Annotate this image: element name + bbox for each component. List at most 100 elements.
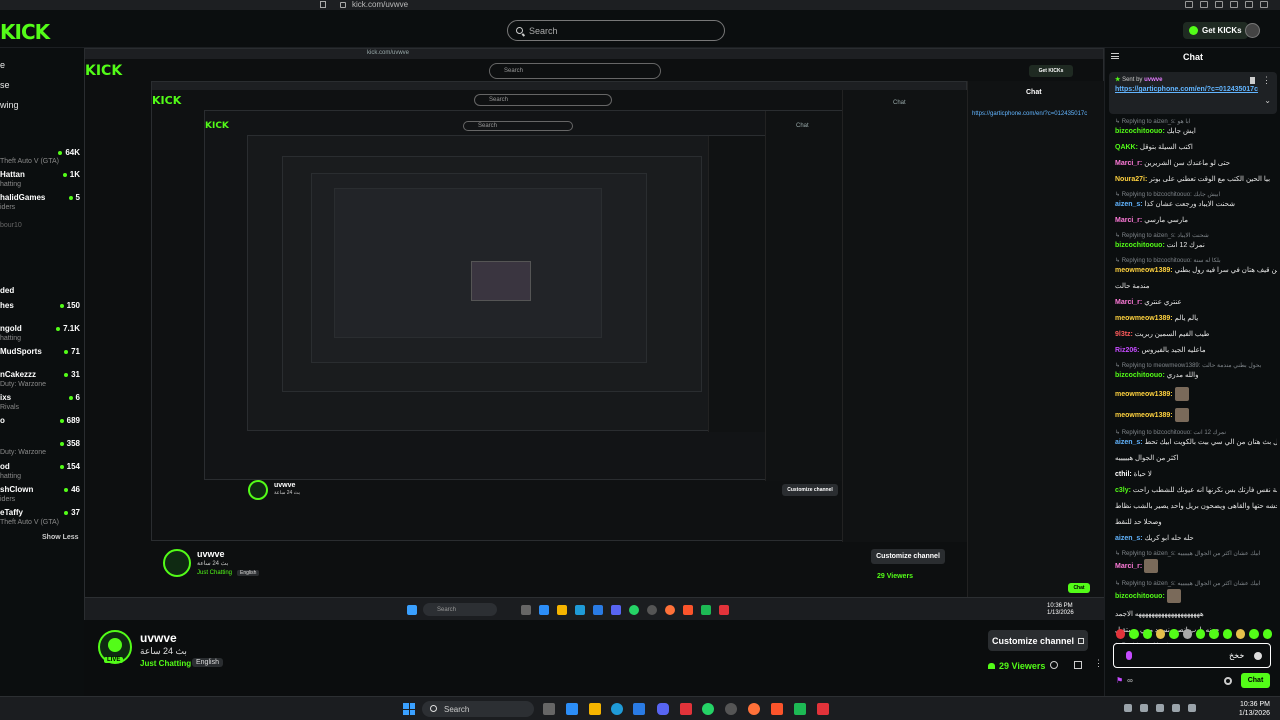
kick-logo[interactable]: KICK <box>0 20 50 44</box>
user-avatar[interactable] <box>1245 23 1260 38</box>
channel-name[interactable]: bour10 <box>0 222 22 229</box>
emote-icon[interactable] <box>1209 629 1219 639</box>
customize-channel-button[interactable]: Customize channel <box>988 630 1088 651</box>
tray-up-icon[interactable] <box>1124 704 1132 712</box>
chat-username[interactable]: bizcochitoouo: <box>1115 128 1167 135</box>
app-icon[interactable] <box>794 703 806 715</box>
profile-icon[interactable] <box>1245 1 1253 8</box>
show-less-button[interactable]: Show Less <box>42 534 79 541</box>
menu-icon[interactable] <box>1260 1 1268 8</box>
address-bar[interactable]: kick.com/uvwve <box>340 0 408 9</box>
chat-message[interactable]: عرسو وحشه حتها والقاهى ويضحون بريل واحد … <box>1115 502 1277 511</box>
tab-icon[interactable] <box>1215 1 1223 8</box>
outlook-icon[interactable] <box>633 703 645 715</box>
chat-message[interactable]: اكثر من الجوال هيييييه <box>1115 454 1277 463</box>
emote-icon[interactable] <box>1262 629 1272 639</box>
chat-message[interactable]: مندمة حالت <box>1115 282 1277 291</box>
sidebar-channel[interactable]: Hattan 1K <box>0 170 80 179</box>
chat-message[interactable]: c3ly: فيه شهة نفس فارتك بس نكرنها انه عي… <box>1115 486 1277 495</box>
chat-message[interactable]: ↳ Replying to aizen_s: ابيك عشان اكثر من… <box>1115 550 1277 573</box>
whatsapp-icon[interactable] <box>702 703 714 715</box>
streamer-name[interactable]: uvwve <box>140 631 177 645</box>
sidebar-channel[interactable]: 358 <box>0 439 80 448</box>
chat-message[interactable]: Marci_r: عنتري عنتري <box>1115 298 1277 307</box>
sidebar-channel[interactable]: shClown 46 <box>0 485 80 494</box>
language-tag[interactable]: English <box>192 658 223 667</box>
emote-icon[interactable] <box>1249 629 1259 639</box>
app-icon[interactable] <box>680 703 692 715</box>
extension-icon[interactable] <box>1200 1 1208 8</box>
video-player[interactable]: kick.com/uvwve KICK Search Get KICKs KIC… <box>84 48 1104 620</box>
chat-username[interactable]: Marci_r: <box>1115 160 1144 167</box>
chat-message[interactable]: Marci_r: حتى لو ماعندك سن الشريرين <box>1115 159 1277 168</box>
pinned-user[interactable]: uvwve <box>1144 77 1162 83</box>
chat-username[interactable]: meowmeow1389: <box>1115 267 1175 274</box>
chat-username[interactable]: c3ly: <box>1115 487 1133 494</box>
chat-username[interactable]: bizcochitoouo: <box>1115 372 1167 379</box>
reply-reference[interactable]: ↳ Replying to aizen_s: ابيك عشان اكثر من… <box>1115 550 1277 559</box>
chat-username[interactable]: cthil: <box>1115 471 1134 478</box>
chat-username[interactable]: QAKK: <box>1115 144 1140 151</box>
chat-message[interactable]: ↳ Replying to aizen_s: ابيك عشان اكثر من… <box>1115 580 1277 603</box>
chat-message[interactable]: 9l3tz: طيب الفيم السمين ربريت <box>1115 330 1277 339</box>
pinned-link[interactable]: https://garticphone.com/en/?c=012435017c <box>1115 85 1271 94</box>
edge-icon[interactable] <box>611 703 623 715</box>
sidebar-channel[interactable]: ded <box>0 286 80 295</box>
sidebar-channel[interactable]: nCakezzz 31 <box>0 370 80 379</box>
gift-icon[interactable] <box>1074 661 1082 669</box>
more-options-icon[interactable]: ⋮ <box>1262 75 1271 86</box>
store-icon[interactable] <box>566 703 578 715</box>
volume-icon[interactable] <box>1156 704 1164 712</box>
clock[interactable]: 10:36 PM 1/13/2026 <box>1239 700 1270 718</box>
emote-icon[interactable] <box>1169 629 1179 639</box>
firefox-icon[interactable] <box>748 703 760 715</box>
sidebar-channel[interactable]: od 154 <box>0 462 80 471</box>
language-icon[interactable] <box>1188 704 1196 712</box>
sidebar-channel[interactable]: halidGames 5 <box>0 193 80 202</box>
reply-reference[interactable]: ↳ Replying to meowmeow1389: بحول بطني من… <box>1115 362 1277 371</box>
reply-reference[interactable]: ↳ Replying to aizen_s: شحنت الايباد <box>1115 232 1277 241</box>
share-icon[interactable] <box>1185 1 1193 8</box>
chat-message[interactable]: ↳ Replying to bizcochitoouo: ابيش جابك ai… <box>1115 191 1277 209</box>
chat-message[interactable]: cthil: لا حياة <box>1115 470 1277 479</box>
sidebar-channel[interactable]: ngold 7.1K <box>0 324 80 333</box>
collapse-chat-icon[interactable] <box>1111 53 1119 59</box>
nav-item-browse[interactable]: se <box>0 80 10 90</box>
chat-username[interactable]: 9l3tz: <box>1115 331 1135 338</box>
wifi-icon[interactable] <box>1140 704 1148 712</box>
battery-icon[interactable] <box>1172 704 1180 712</box>
chat-message[interactable]: aizen_s: حله حله ابو كريك <box>1115 534 1277 543</box>
task-view-icon[interactable] <box>543 703 555 715</box>
chat-message[interactable]: ↳ Replying to aizen_s: شحنت الايباد bizco… <box>1115 232 1277 250</box>
reply-reference[interactable]: ↳ Replying to bizcochitoouo: نمرك 12 انت <box>1115 429 1277 438</box>
chat-username[interactable]: bizcochitoouo: <box>1115 242 1167 249</box>
site-info-icon[interactable] <box>340 1 346 8</box>
chat-message[interactable]: ↳ Replying to bizcochitoouo: بلكا له سنة… <box>1115 257 1277 275</box>
chat-username[interactable]: aizen_s: <box>1115 201 1145 208</box>
chat-username[interactable]: meowmeow1389: <box>1115 391 1175 398</box>
reply-reference[interactable]: ↳ Replying to aizen_s: ابا هو <box>1115 118 1277 127</box>
chat-message[interactable]: meowmeow1389: <box>1115 387 1277 401</box>
chat-message[interactable]: Riz206: ماعليه الجيد بالفيروس <box>1115 346 1277 355</box>
emote-icon[interactable] <box>1195 629 1206 639</box>
chat-message[interactable]: meowmeow1389: <box>1115 408 1277 422</box>
chat-username[interactable]: Marci_r: <box>1115 299 1144 306</box>
chevron-down-icon[interactable]: ⌄ <box>1264 96 1271 105</box>
chat-message[interactable]: ↳ Replying to bizcochitoouo: نمرك 12 انت… <box>1115 429 1277 447</box>
bookmark-icon[interactable] <box>320 1 326 8</box>
reply-reference[interactable]: ↳ Replying to aizen_s: ابيك عشان اكثر من… <box>1115 580 1277 589</box>
stream-category-link[interactable]: Just Chatting <box>140 659 191 668</box>
chat-message[interactable]: ↳ Replying to aizen_s: ابا هو bizcochitoo… <box>1115 118 1277 136</box>
brave-icon[interactable] <box>771 703 783 715</box>
pinned-message[interactable]: ★ Sent by uvwve https://garticphone.com/… <box>1109 72 1277 114</box>
chat-message[interactable]: ↳ Replying to meowmeow1389: بحول بطني من… <box>1115 362 1277 380</box>
emote-icon[interactable] <box>1235 629 1246 639</box>
chat-message[interactable]: ههههههههههههههههههههه الاجمد <box>1115 610 1277 619</box>
send-chat-button[interactable]: Chat <box>1241 673 1270 688</box>
chat-message[interactable]: Noura27i: بيا الحين الكتب مع الوقت تعطني… <box>1115 175 1277 184</box>
get-kicks-button[interactable]: Get KICKs <box>1183 22 1248 39</box>
pdf-icon[interactable] <box>817 703 829 715</box>
sidebar-channel[interactable]: eTaffy 37 <box>0 508 80 517</box>
badge-icon[interactable]: ⚑ <box>1116 676 1123 685</box>
sidebar-channel[interactable]: 64K <box>0 148 80 157</box>
